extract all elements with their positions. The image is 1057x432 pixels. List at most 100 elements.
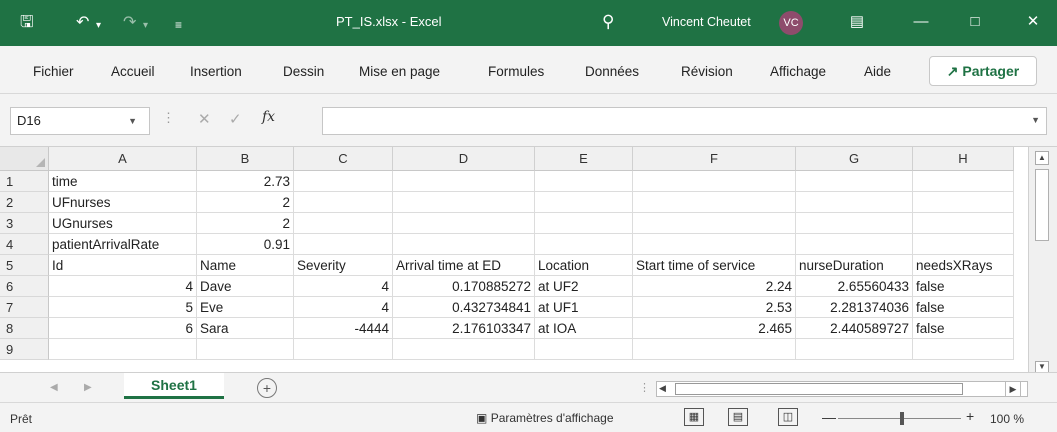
- insert-function-icon[interactable]: fx: [262, 109, 275, 125]
- cell-g6[interactable]: 2.65560433: [796, 276, 913, 297]
- cell-c1[interactable]: [294, 171, 393, 192]
- horizontal-scroll-thumb[interactable]: [675, 383, 963, 395]
- cell-h8[interactable]: false: [913, 318, 1014, 339]
- cell-d7[interactable]: 0.432734841: [393, 297, 535, 318]
- column-header[interactable]: H: [913, 147, 1014, 171]
- horizontal-scrollbar[interactable]: ◀: [656, 381, 1028, 397]
- tab-aide[interactable]: Aide: [864, 64, 891, 79]
- cell-e3[interactable]: [535, 213, 633, 234]
- more-options-icon[interactable]: ⋮: [162, 110, 175, 126]
- cell-f4[interactable]: [633, 234, 796, 255]
- cell-d2[interactable]: [393, 192, 535, 213]
- cell-h2[interactable]: [913, 192, 1014, 213]
- tab-donnees[interactable]: Données: [585, 64, 639, 79]
- tab-dessin[interactable]: Dessin: [283, 64, 324, 79]
- row-header[interactable]: 3: [0, 213, 49, 234]
- scroll-left-icon[interactable]: ◀: [659, 383, 666, 394]
- cell-h9[interactable]: [913, 339, 1014, 360]
- cell-g8[interactable]: 2.440589727: [796, 318, 913, 339]
- cell-f2[interactable]: [633, 192, 796, 213]
- cell-b4[interactable]: 0.91: [197, 234, 294, 255]
- tab-accueil[interactable]: Accueil: [111, 64, 155, 79]
- cell-h7[interactable]: false: [913, 297, 1014, 318]
- cell-d5[interactable]: Arrival time at ED: [393, 255, 535, 276]
- row-header[interactable]: 5: [0, 255, 49, 276]
- tab-fichier[interactable]: Fichier: [33, 64, 74, 79]
- cell-a6[interactable]: 4: [49, 276, 197, 297]
- cell-c3[interactable]: [294, 213, 393, 234]
- column-header[interactable]: C: [294, 147, 393, 171]
- avatar[interactable]: VC: [779, 11, 803, 35]
- zoom-level[interactable]: 100 %: [990, 412, 1024, 426]
- cell-a7[interactable]: 5: [49, 297, 197, 318]
- chevron-down-icon[interactable]: ▼: [128, 108, 137, 134]
- cell-a4[interactable]: patientArrivalRate: [49, 234, 197, 255]
- cell-e8[interactable]: at IOA: [535, 318, 633, 339]
- undo-dropdown-icon[interactable]: ▾: [96, 17, 101, 35]
- row-header[interactable]: 9: [0, 339, 49, 360]
- cell-d8[interactable]: 2.176103347: [393, 318, 535, 339]
- cell-b2[interactable]: 2: [197, 192, 294, 213]
- cell-d4[interactable]: [393, 234, 535, 255]
- cell-f7[interactable]: 2.53: [633, 297, 796, 318]
- search-icon[interactable]: ⚲: [602, 12, 614, 32]
- row-header[interactable]: 2: [0, 192, 49, 213]
- select-all-corner[interactable]: [0, 147, 49, 171]
- cell-b6[interactable]: Dave: [197, 276, 294, 297]
- cell-d1[interactable]: [393, 171, 535, 192]
- share-button[interactable]: ↗ Partager: [929, 56, 1037, 86]
- page-break-view-icon[interactable]: ◫: [778, 408, 798, 426]
- cell-e9[interactable]: [535, 339, 633, 360]
- tab-insertion[interactable]: Insertion: [190, 64, 242, 79]
- zoom-in-icon[interactable]: +: [966, 408, 974, 424]
- cell-e5[interactable]: Location: [535, 255, 633, 276]
- save-icon[interactable]: 🖫: [20, 14, 34, 32]
- cell-d3[interactable]: [393, 213, 535, 234]
- cell-c9[interactable]: [294, 339, 393, 360]
- row-header[interactable]: 1: [0, 171, 49, 192]
- cell-h5[interactable]: needsXRays: [913, 255, 1014, 276]
- maximize-icon[interactable]: □: [960, 9, 990, 35]
- cell-b1[interactable]: 2.73: [197, 171, 294, 192]
- cell-e2[interactable]: [535, 192, 633, 213]
- sheet-tab-sheet1[interactable]: Sheet1: [124, 373, 224, 399]
- formula-input[interactable]: ▼: [322, 107, 1047, 135]
- undo-icon[interactable]: ↶: [76, 14, 89, 32]
- cell-b9[interactable]: [197, 339, 294, 360]
- customize-toolbar-icon[interactable]: ≡: [175, 16, 182, 34]
- cell-b8[interactable]: Sara: [197, 318, 294, 339]
- cell-f3[interactable]: [633, 213, 796, 234]
- cell-a8[interactable]: 6: [49, 318, 197, 339]
- vertical-scrollbar[interactable]: ▲ ▼: [1028, 147, 1057, 373]
- tab-formules[interactable]: Formules: [488, 64, 544, 79]
- cell-a9[interactable]: [49, 339, 197, 360]
- cell-d6[interactable]: 0.170885272: [393, 276, 535, 297]
- cell-g9[interactable]: [796, 339, 913, 360]
- cell-g4[interactable]: [796, 234, 913, 255]
- worksheet-grid[interactable]: A B C D E F G H 1 time 2.73 2 UFnurses 2 3 UGnu…: [0, 146, 1057, 373]
- tab-affichage[interactable]: Affichage: [770, 64, 826, 79]
- cell-g1[interactable]: [796, 171, 913, 192]
- cell-a1[interactable]: time: [49, 171, 197, 192]
- minimize-icon[interactable]: —: [906, 9, 936, 35]
- cell-e4[interactable]: [535, 234, 633, 255]
- expand-formula-icon[interactable]: ▼: [1031, 115, 1040, 125]
- cell-g2[interactable]: [796, 192, 913, 213]
- cell-a2[interactable]: UFnurses: [49, 192, 197, 213]
- column-header[interactable]: D: [393, 147, 535, 171]
- cell-f1[interactable]: [633, 171, 796, 192]
- cell-e1[interactable]: [535, 171, 633, 192]
- zoom-out-icon[interactable]: —: [822, 409, 836, 425]
- cell-a5[interactable]: Id: [49, 255, 197, 276]
- normal-view-icon[interactable]: ▦: [684, 408, 704, 426]
- user-name[interactable]: Vincent Cheutet: [662, 15, 751, 29]
- ribbon-display-icon[interactable]: ▤: [842, 9, 872, 35]
- zoom-slider-thumb[interactable]: [900, 412, 904, 425]
- cell-c7[interactable]: 4: [294, 297, 393, 318]
- cell-h4[interactable]: [913, 234, 1014, 255]
- cell-h6[interactable]: false: [913, 276, 1014, 297]
- tab-revision[interactable]: Révision: [681, 64, 733, 79]
- cell-c6[interactable]: 4: [294, 276, 393, 297]
- cell-b7[interactable]: Eve: [197, 297, 294, 318]
- row-header[interactable]: 4: [0, 234, 49, 255]
